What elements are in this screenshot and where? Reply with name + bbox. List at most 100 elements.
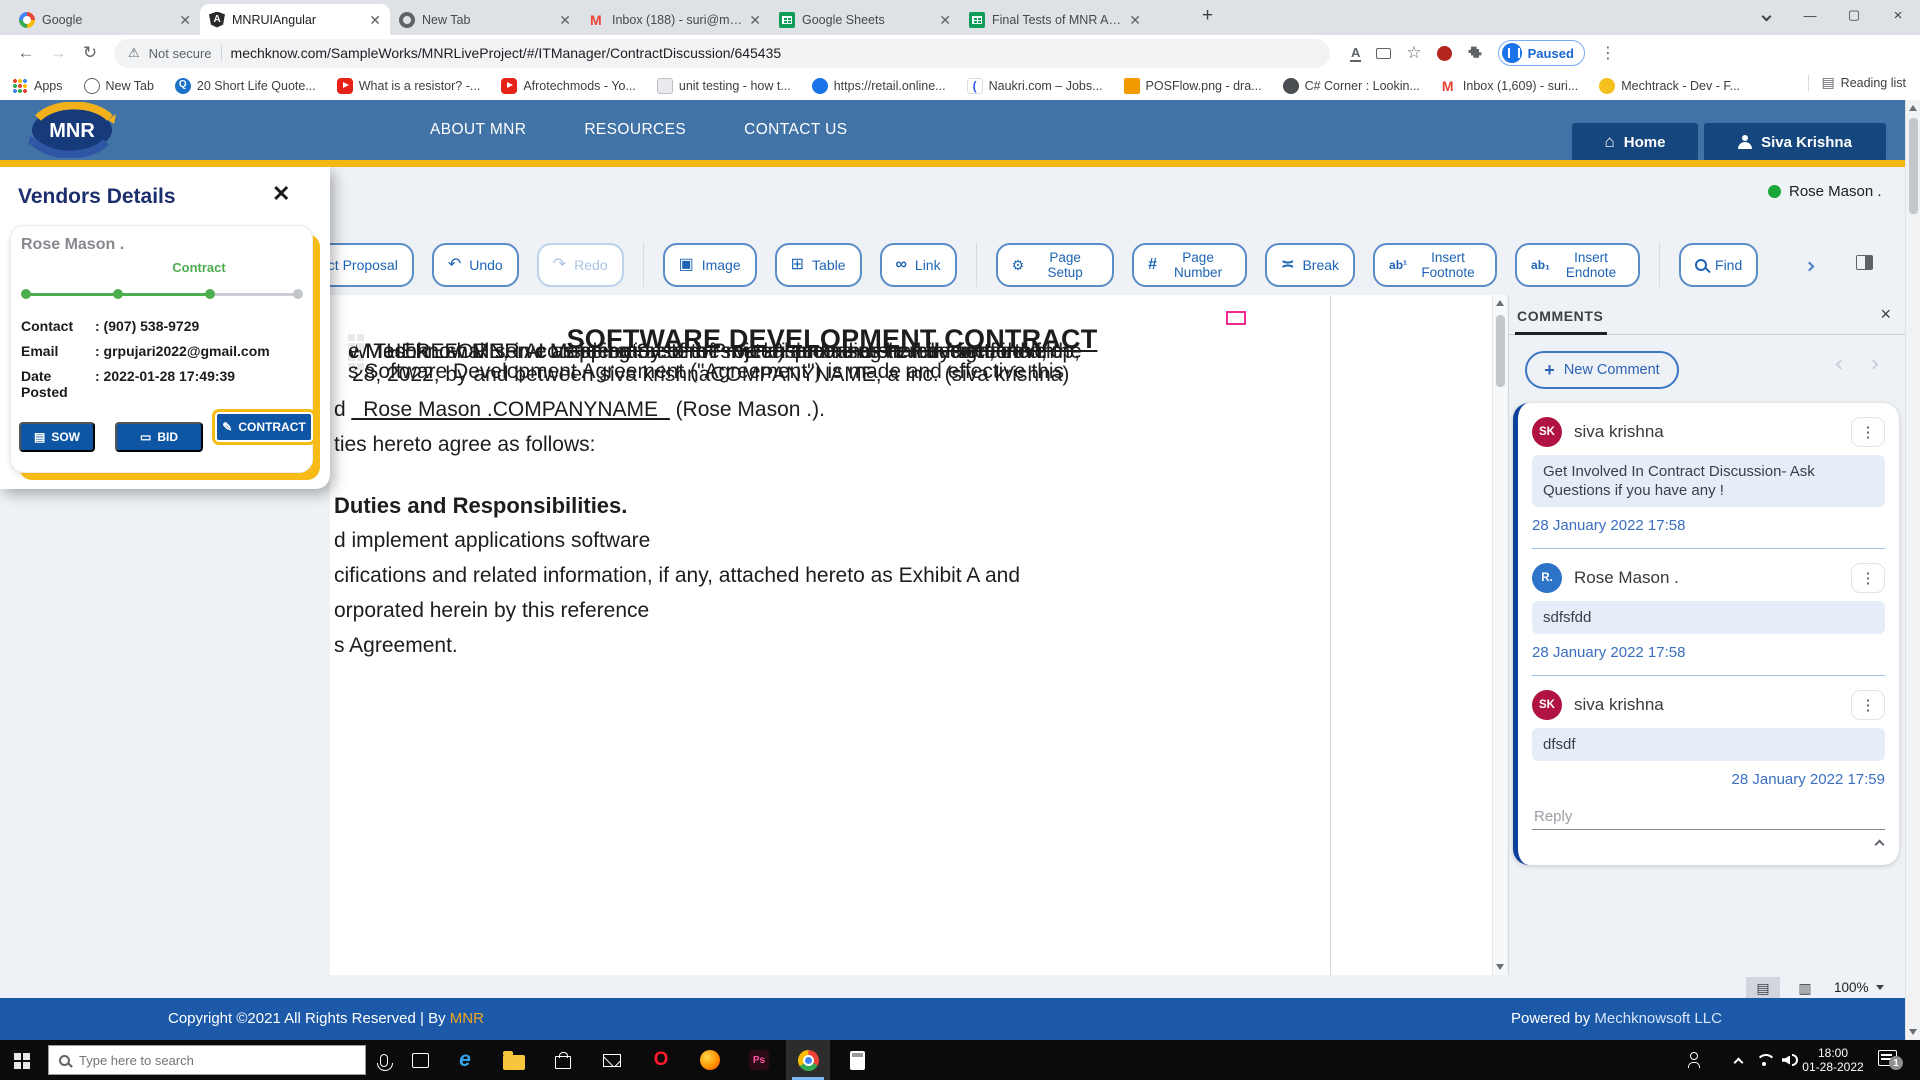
- calculator-icon[interactable]: [845, 1048, 869, 1072]
- comments-close-icon[interactable]: ×: [1880, 304, 1891, 325]
- extensions-puzzle-icon[interactable]: [1467, 45, 1483, 61]
- toolbar-button[interactable]: Insert Endnote: [1515, 243, 1640, 287]
- footer-brand-link[interactable]: MNR: [450, 1010, 484, 1027]
- bid-button[interactable]: ▭BID: [115, 422, 203, 452]
- comment-menu-button[interactable]: ⋮: [1851, 690, 1885, 720]
- toolbar-button[interactable]: [1659, 243, 1660, 287]
- tab-search-icon[interactable]: [1744, 8, 1788, 23]
- nav-link[interactable]: ABOUT MNR: [430, 121, 526, 139]
- comment-menu-button[interactable]: ⋮: [1851, 417, 1885, 447]
- powered-brand-link[interactable]: Mechknowsoft LLC: [1594, 1010, 1722, 1027]
- address-bar[interactable]: ⚠ Not secure mechknow.com/SampleWorks/MN…: [114, 39, 1330, 68]
- next-comment-icon[interactable]: [1869, 360, 1879, 370]
- browser-tab[interactable]: Google ✕: [10, 4, 200, 35]
- document-viewport[interactable]: SOFTWARE DEVELOPMENT CONTRACTs Software …: [330, 295, 1492, 975]
- store-icon[interactable]: [551, 1048, 575, 1072]
- zoom-control[interactable]: 100%: [1834, 980, 1884, 995]
- prev-comment-icon[interactable]: [1836, 360, 1846, 370]
- mnr-logo[interactable]: MNR: [24, 102, 120, 158]
- send-to-devices-icon[interactable]: [1376, 48, 1391, 59]
- web-layout-button[interactable]: ▥: [1788, 977, 1822, 998]
- tab-close-icon[interactable]: ✕: [1129, 13, 1141, 27]
- tab-close-icon[interactable]: ✕: [559, 13, 571, 27]
- taskbar-search-input[interactable]: [79, 1053, 355, 1068]
- toolbar-button[interactable]: Redo: [537, 243, 624, 287]
- page-scroll-thumb[interactable]: [1909, 118, 1918, 214]
- browser-tab[interactable]: New Tab ✕: [390, 4, 580, 35]
- comment-anchor-marker[interactable]: [1226, 311, 1246, 325]
- bookmark-item[interactable]: What is a resistor? -...: [337, 78, 481, 94]
- vendor-popup-close-icon[interactable]: ✕: [272, 181, 290, 207]
- toolbar-button[interactable]: [643, 243, 644, 287]
- translate-icon[interactable]: A: [1350, 45, 1361, 62]
- reading-list-button[interactable]: ▤ Reading list: [1821, 74, 1906, 91]
- browser-tab[interactable]: Inbox (188) - suri@mechknowso ✕: [580, 4, 770, 35]
- browser-tab[interactable]: Google Sheets ✕: [770, 4, 960, 35]
- tab-close-icon[interactable]: ✕: [749, 13, 761, 27]
- bookmark-item[interactable]: unit testing - how t...: [657, 78, 791, 94]
- tray-expand-icon[interactable]: [1726, 1048, 1750, 1072]
- bookmark-item[interactable]: Inbox (1,609) - suri...: [1441, 78, 1578, 94]
- page-scroll-up-icon[interactable]: [1909, 105, 1917, 111]
- browser-tab[interactable]: Final Tests of MNR AI Mapping S ✕: [960, 4, 1150, 35]
- page-scrollbar[interactable]: [1905, 100, 1920, 1040]
- toolbar-button[interactable]: Page Number: [1132, 243, 1247, 287]
- edge-icon[interactable]: e: [453, 1048, 477, 1072]
- bookmark-item[interactable]: 20 Short Life Quote...: [175, 78, 316, 94]
- maximize-button[interactable]: ▢: [1832, 7, 1876, 23]
- adblock-extension-icon[interactable]: [1437, 46, 1452, 61]
- nav-link[interactable]: RESOURCES: [584, 121, 686, 139]
- document-scrollbar[interactable]: [1492, 295, 1507, 975]
- bookmark-item[interactable]: C# Corner : Lookin...: [1283, 78, 1420, 94]
- collapse-thread-icon[interactable]: [1876, 835, 1883, 853]
- firefox-icon[interactable]: [698, 1048, 722, 1072]
- task-view-icon[interactable]: [408, 1048, 432, 1072]
- side-panel-toggle-icon[interactable]: [1856, 255, 1873, 270]
- scroll-up-icon[interactable]: [1496, 300, 1504, 306]
- bookmark-item[interactable]: POSFlow.png - dra...: [1124, 78, 1262, 94]
- bookmark-item[interactable]: New Tab: [84, 78, 154, 94]
- browser-menu-icon[interactable]: ⋮: [1600, 43, 1616, 63]
- bookmark-item[interactable]: Apps: [12, 78, 63, 94]
- print-layout-button[interactable]: ▤: [1746, 977, 1780, 998]
- file-explorer-icon[interactable]: [502, 1048, 526, 1072]
- comment-menu-button[interactable]: ⋮: [1851, 563, 1885, 593]
- bookmark-item[interactable]: Afrotechmods - Yo...: [501, 78, 636, 94]
- sow-button[interactable]: ▤SOW: [19, 422, 95, 452]
- opera-icon[interactable]: O: [649, 1048, 673, 1072]
- bookmark-star-icon[interactable]: ☆: [1406, 43, 1421, 63]
- toolbar-button[interactable]: Link: [880, 243, 957, 287]
- people-tray-icon[interactable]: [1684, 1048, 1708, 1072]
- reply-input[interactable]: [1532, 804, 1885, 830]
- user-menu-button[interactable]: Siva Krishna: [1704, 123, 1886, 161]
- mail-icon[interactable]: [600, 1048, 624, 1072]
- bookmark-item[interactable]: Mechtrack - Dev - F...: [1599, 78, 1740, 94]
- close-window-button[interactable]: ×: [1876, 7, 1920, 24]
- page-scroll-down-icon[interactable]: [1909, 1029, 1917, 1035]
- toolbar-button[interactable]: Image: [663, 243, 757, 287]
- back-button[interactable]: ←: [12, 43, 40, 63]
- bookmark-item[interactable]: Naukri.com – Jobs...: [967, 78, 1103, 94]
- chrome-taskbar-active[interactable]: [786, 1040, 830, 1080]
- new-comment-button[interactable]: + New Comment: [1525, 351, 1679, 389]
- toolbar-button[interactable]: Page Setup: [996, 243, 1115, 287]
- toolbar-overflow-chevron[interactable]: [1806, 257, 1813, 275]
- scroll-thumb[interactable]: [1496, 315, 1505, 387]
- nav-link[interactable]: CONTACT US: [744, 121, 847, 139]
- toolbar-button[interactable]: Break: [1265, 243, 1355, 287]
- profile-paused-badge[interactable]: Paused: [1498, 40, 1585, 66]
- wifi-icon[interactable]: [1752, 1048, 1776, 1072]
- toolbar-button[interactable]: Insert Footnote: [1373, 243, 1497, 287]
- action-center-icon[interactable]: 1: [1878, 1050, 1897, 1066]
- toolbar-button[interactable]: [976, 243, 977, 287]
- minimize-button[interactable]: —: [1788, 8, 1832, 23]
- start-button-icon[interactable]: [14, 1053, 21, 1060]
- tab-close-icon[interactable]: ✕: [369, 13, 381, 27]
- contract-button[interactable]: ✎CONTRACT: [215, 412, 313, 442]
- browser-tab[interactable]: MNRUIAngular ✕: [200, 4, 390, 35]
- toolbar-button[interactable]: Find: [1679, 243, 1758, 287]
- new-tab-button[interactable]: +: [1202, 5, 1213, 27]
- toolbar-button[interactable]: Undo: [432, 243, 519, 287]
- volume-icon[interactable]: [1778, 1048, 1802, 1072]
- reload-button[interactable]: ↻: [76, 43, 104, 63]
